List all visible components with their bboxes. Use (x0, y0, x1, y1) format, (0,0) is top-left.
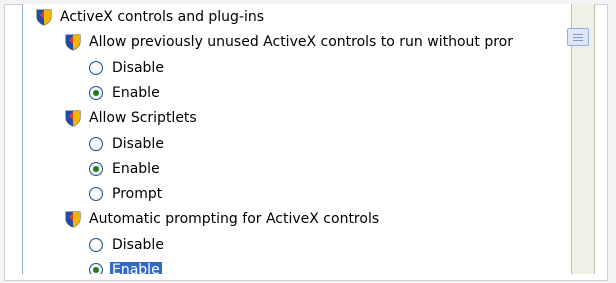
option-label: Prompt (112, 186, 163, 202)
radio-button[interactable] (89, 187, 103, 201)
option-label: Enable (110, 262, 162, 274)
option-label: Enable (112, 85, 160, 101)
option-disable[interactable]: Disable (89, 234, 164, 256)
group-title: Allow Scriptlets (89, 110, 197, 126)
group-title: Automatic prompting for ActiveX controls (89, 211, 380, 227)
option-prompt[interactable]: Prompt (89, 183, 162, 205)
section-activex-header[interactable]: ActiveX controls and plug-ins (35, 6, 264, 28)
radio-button[interactable] (89, 137, 103, 151)
option-label: Disable (112, 237, 164, 253)
option-enable[interactable]: Enable (89, 82, 160, 104)
settings-frame: ActiveX controls and plug-ins Allow prev… (0, 0, 616, 283)
option-disable[interactable]: Disable (89, 57, 164, 79)
option-label: Enable (112, 161, 160, 177)
group-auto-prompting-activex[interactable]: Automatic prompting for ActiveX controls (64, 208, 379, 230)
group-allow-unused-activex[interactable]: Allow previously unused ActiveX controls… (64, 31, 513, 53)
radio-button[interactable] (89, 263, 103, 274)
option-label: Disable (112, 136, 164, 152)
tooltip-icon[interactable] (567, 28, 589, 46)
radio-button[interactable] (89, 162, 103, 176)
security-shield-icon (36, 9, 52, 26)
security-shield-icon (65, 34, 81, 51)
settings-tree-panel[interactable]: ActiveX controls and plug-ins Allow prev… (22, 4, 594, 274)
option-enable[interactable]: Enable (89, 158, 160, 180)
option-enable[interactable]: Enable (89, 259, 162, 274)
group-allow-scriptlets[interactable]: Allow Scriptlets (64, 107, 197, 129)
radio-button[interactable] (89, 238, 103, 252)
option-disable[interactable]: Disable (89, 133, 164, 155)
security-shield-icon (65, 211, 81, 228)
radio-button[interactable] (89, 86, 103, 100)
group-title: Allow previously unused ActiveX controls… (89, 34, 513, 50)
option-label: Disable (112, 60, 164, 76)
radio-button[interactable] (89, 61, 103, 75)
section-title: ActiveX controls and plug-ins (60, 9, 265, 25)
security-shield-icon (65, 110, 81, 127)
